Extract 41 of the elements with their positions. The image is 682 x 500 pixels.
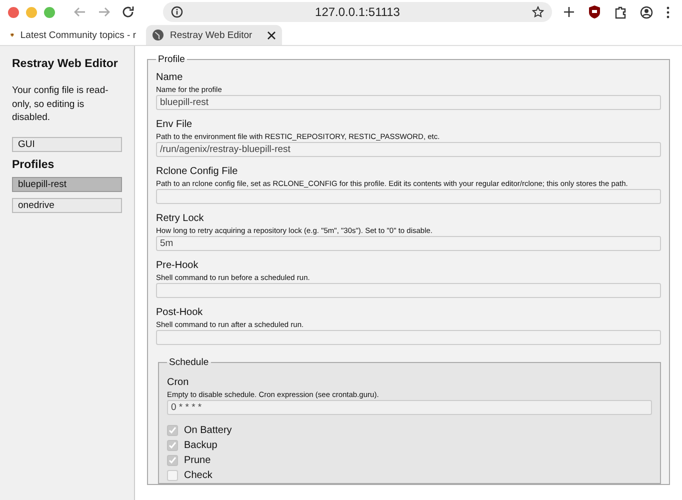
checkbox[interactable] (167, 440, 178, 451)
browser-tab[interactable]: Restray Web Editor (146, 25, 282, 45)
checkbox-label: Check (184, 470, 212, 481)
forward-icon[interactable] (97, 5, 111, 19)
back-icon[interactable] (73, 5, 87, 19)
field-label: Post-Hook (156, 306, 204, 319)
close-window-button[interactable] (8, 6, 19, 18)
profile-button[interactable]: bluepill-rest (12, 176, 122, 192)
profile-button[interactable]: onedrive (12, 198, 122, 212)
close-icon[interactable] (267, 30, 276, 40)
menu-icon[interactable] (666, 6, 670, 18)
zoom-window-button[interactable] (44, 6, 55, 18)
read-only-notice: Your config file is read-only, so editing is disabled. (12, 84, 110, 124)
group-legend: Schedule (167, 357, 211, 368)
gui-button[interactable]: GUI (12, 136, 122, 152)
checkbox[interactable] (167, 470, 178, 481)
address-bar[interactable]: 127.0.0.1:51113 (163, 2, 552, 22)
globe-icon (152, 29, 164, 41)
group-legend: Profile (156, 54, 187, 65)
profiles-heading: Profiles (12, 158, 54, 170)
browser-tab[interactable]: Latest Community topics - r (4, 25, 142, 45)
puzzle-icon[interactable] (614, 6, 627, 18)
shield-icon[interactable] (588, 5, 601, 19)
info-icon[interactable] (171, 6, 183, 18)
checkbox-label: Prune (184, 455, 211, 466)
field-label: Env File (156, 118, 194, 131)
checkbox-label: On Battery (184, 425, 232, 436)
checkbox-label: Backup (184, 440, 218, 451)
reload-icon[interactable] (121, 5, 135, 19)
field-label: Rclone Config File (156, 165, 239, 178)
plus-icon[interactable] (563, 6, 575, 18)
checkbox[interactable] (167, 425, 178, 436)
profile-icon[interactable] (640, 6, 653, 18)
field-label: Pre-Hook (156, 259, 200, 272)
minimize-window-button[interactable] (26, 6, 37, 18)
checkbox[interactable] (167, 455, 178, 466)
star-icon[interactable] (532, 6, 544, 18)
app-title: Restray Web Editor (12, 58, 118, 70)
field-label: Retry Lock (156, 212, 205, 225)
field-label: Cron (167, 376, 190, 389)
field-label: Name (156, 71, 184, 84)
